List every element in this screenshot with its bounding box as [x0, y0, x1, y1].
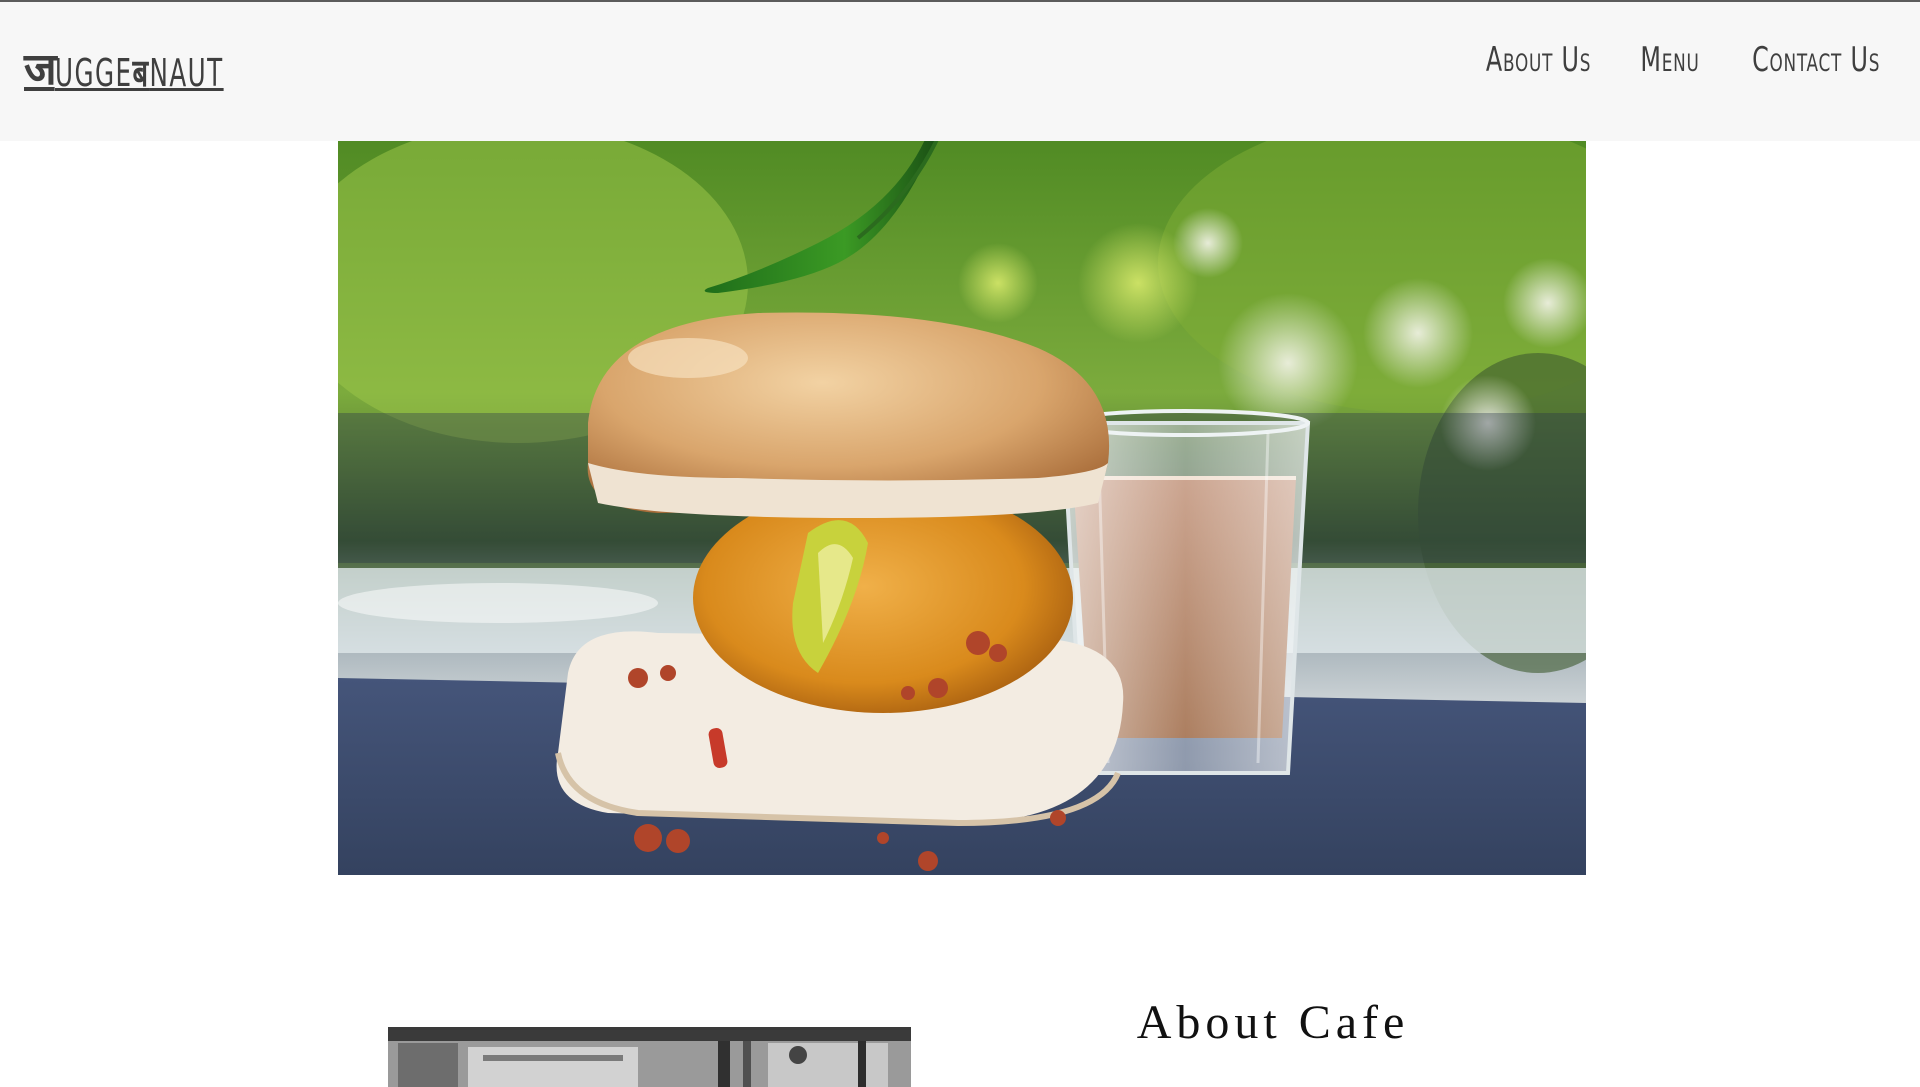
site-logo[interactable]: ज UGGEबNAUT — [24, 36, 289, 95]
logo-text: UGGEबNAUT — [55, 54, 224, 92]
main-nav: About Us Menu Contact Us — [1471, 38, 1898, 82]
logo-devanagari-ja: ज — [24, 44, 57, 95]
logo-text-part1: UGGE — [54, 51, 133, 95]
nav-menu[interactable]: Menu — [1640, 38, 1699, 82]
site-header: ज UGGEबNAUT About Us Menu Contact Us — [0, 0, 1920, 141]
logo-devanagari-ba: ब — [132, 51, 150, 95]
about-cafe-title: About Cafe — [1136, 996, 1410, 1049]
hero-photo-vada-pav — [338, 133, 1586, 875]
nav-about-us[interactable]: About Us — [1485, 38, 1590, 82]
about-cafe-photo — [388, 1027, 911, 1087]
logo-text-part2: NAUT — [149, 51, 224, 95]
nav-contact-us[interactable]: Contact Us — [1752, 38, 1880, 82]
vada-pav-illustration — [338, 133, 1586, 875]
cafe-interior-illustration — [388, 1027, 911, 1087]
